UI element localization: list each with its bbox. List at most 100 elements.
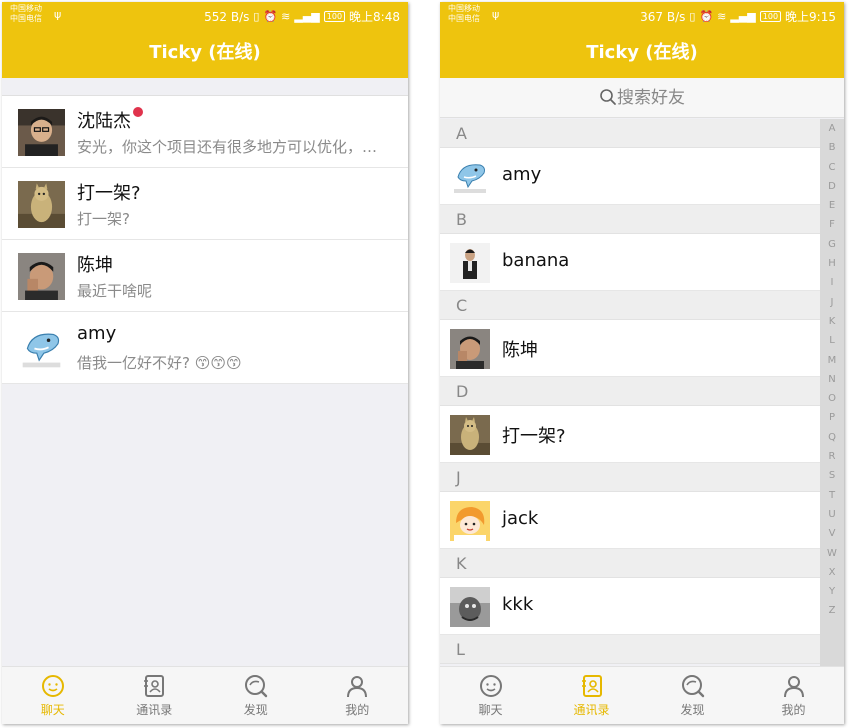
index-letter[interactable]: A [820, 119, 844, 138]
index-letter[interactable]: Q [820, 428, 844, 447]
index-letter[interactable]: V [820, 524, 844, 543]
index-letter[interactable]: H [820, 254, 844, 273]
contact-name: kkk [502, 594, 534, 615]
section-header: B [440, 205, 820, 234]
network-speed: 367 B/s [640, 9, 686, 24]
discover-icon [244, 675, 267, 698]
tab-discover[interactable]: 发现 [205, 667, 307, 724]
avatar [450, 501, 490, 541]
chat-list-item[interactable]: 打一架? 打一架? [2, 168, 408, 240]
tab-contacts[interactable]: 通讯录 [541, 667, 642, 724]
avatar [450, 157, 490, 197]
tab-chat[interactable]: 聊天 [440, 667, 541, 724]
tab-profile[interactable]: 我的 [743, 667, 844, 724]
index-letter[interactable]: I [820, 273, 844, 292]
contacts-icon [144, 675, 165, 697]
chat-contact-name: 打一架? [77, 179, 141, 205]
chat-list-item[interactable]: 沈陆杰安光，你这个项目还有很多地方可以优化，… [2, 96, 408, 168]
index-letter[interactable]: L [820, 331, 844, 350]
index-letter[interactable]: W [820, 544, 844, 563]
avatar [18, 109, 65, 156]
carrier-2: 中国电信 [10, 14, 42, 23]
chat-name-text: 打一架? [77, 183, 141, 204]
status-bar: 中国移动 中国电信 ψ 367 B/s ▯ ⏰ ≋ ▂▄▆ 100 晚上9:15 [440, 2, 844, 30]
index-letter[interactable]: M [820, 351, 844, 370]
contacts-screen: 中国移动 中国电信 ψ 367 B/s ▯ ⏰ ≋ ▂▄▆ 100 晚上9:15… [440, 2, 844, 724]
index-letter[interactable]: R [820, 447, 844, 466]
contact-list-item[interactable]: amy [440, 148, 820, 205]
contact-list-item[interactable]: jack [440, 492, 820, 549]
index-letter[interactable]: C [820, 158, 844, 177]
index-letter[interactable]: D [820, 177, 844, 196]
chat-name-text: amy [77, 323, 117, 344]
page-title: Ticky (在线) [440, 30, 844, 78]
chat-icon [479, 675, 502, 697]
index-letter[interactable]: Y [820, 582, 844, 601]
signal-icon: ▂▄▆ [730, 10, 756, 23]
index-letter[interactable]: T [820, 486, 844, 505]
index-letter[interactable]: N [820, 370, 844, 389]
vibrate-icon: ▯ [689, 10, 696, 23]
index-letter[interactable]: O [820, 389, 844, 408]
index-letter[interactable]: E [820, 196, 844, 215]
chat-name-text: 沈陆杰 [77, 111, 131, 132]
index-letter[interactable]: G [820, 235, 844, 254]
chat-contact-name: amy [77, 323, 116, 344]
wifi-icon: ≋ [281, 10, 291, 23]
index-letter[interactable]: F [820, 215, 844, 234]
wifi-icon: ≋ [717, 10, 727, 23]
contact-name: 打一架? [502, 426, 566, 447]
tab-contacts[interactable]: 通讯录 [104, 667, 206, 724]
avatar [18, 325, 65, 372]
unread-dot [133, 107, 143, 117]
battery-icon: 100 [323, 11, 346, 22]
index-letter[interactable]: Z [820, 601, 844, 620]
search-icon [600, 89, 616, 105]
contact-list-item[interactable]: banana [440, 234, 820, 291]
section-header: D [440, 377, 820, 406]
index-letter[interactable]: P [820, 408, 844, 427]
page-title: Ticky (在线) [2, 30, 408, 78]
search-bar[interactable]: 搜索好友 [440, 78, 844, 118]
avatar [450, 415, 490, 455]
tab-discover[interactable]: 发现 [642, 667, 743, 724]
alarm-icon: ⏰ [699, 10, 714, 23]
index-letter[interactable]: S [820, 466, 844, 485]
section-header: K [440, 549, 820, 578]
tab-label: 发现 [243, 703, 268, 717]
chat-name-text: 陈坤 [77, 255, 113, 276]
tab-label: 发现 [680, 703, 705, 717]
signal-icon: ▂▄▆ [294, 10, 320, 23]
tab-label: 聊天 [478, 703, 503, 717]
contacts-icon [581, 675, 602, 697]
tab-label: 我的 [781, 703, 806, 717]
chat-last-message: 打一架? [77, 210, 130, 228]
tab-profile[interactable]: 我的 [307, 667, 409, 724]
avatar [18, 181, 65, 228]
avatar [18, 253, 65, 300]
avatar [450, 329, 490, 369]
avatar [450, 587, 490, 627]
status-bar: 中国移动 中国电信 ψ 552 B/s ▯ ⏰ ≋ ▂▄▆ 100 晚上8:48 [2, 2, 408, 30]
tab-label: 通讯录 [136, 703, 173, 717]
section-header: C [440, 291, 820, 320]
tab-bar: 聊天 通讯录 发现 我的 [440, 666, 844, 724]
clock: 晚上8:48 [349, 10, 400, 24]
carrier-1: 中国移动 [10, 4, 42, 13]
contact-list-item[interactable]: kkk [440, 578, 820, 635]
chat-last-message: 安光，你这个项目还有很多地方可以优化，… [77, 138, 378, 156]
contact-list-item[interactable]: 陈坤 [440, 320, 820, 377]
index-letter[interactable]: K [820, 312, 844, 331]
index-letter[interactable]: B [820, 138, 844, 157]
alphabet-index[interactable]: ABCDEFGHIJKLMNOPQRSTUVWXYZ [820, 119, 844, 666]
chat-screen: 中国移动 中国电信 ψ 552 B/s ▯ ⏰ ≋ ▂▄▆ 100 晚上8:48… [2, 2, 408, 724]
tab-chat[interactable]: 聊天 [2, 667, 104, 724]
index-letter[interactable]: X [820, 563, 844, 582]
contact-name: 陈坤 [502, 340, 538, 361]
index-letter[interactable]: J [820, 293, 844, 312]
usb-icon: ψ [492, 8, 500, 21]
index-letter[interactable]: U [820, 505, 844, 524]
chat-list-item[interactable]: amy 借我一亿好不好? 😙😙😙 [2, 312, 408, 384]
contact-list-item[interactable]: 打一架? [440, 406, 820, 463]
chat-list-item[interactable]: 陈坤 最近干啥呢 [2, 240, 408, 312]
